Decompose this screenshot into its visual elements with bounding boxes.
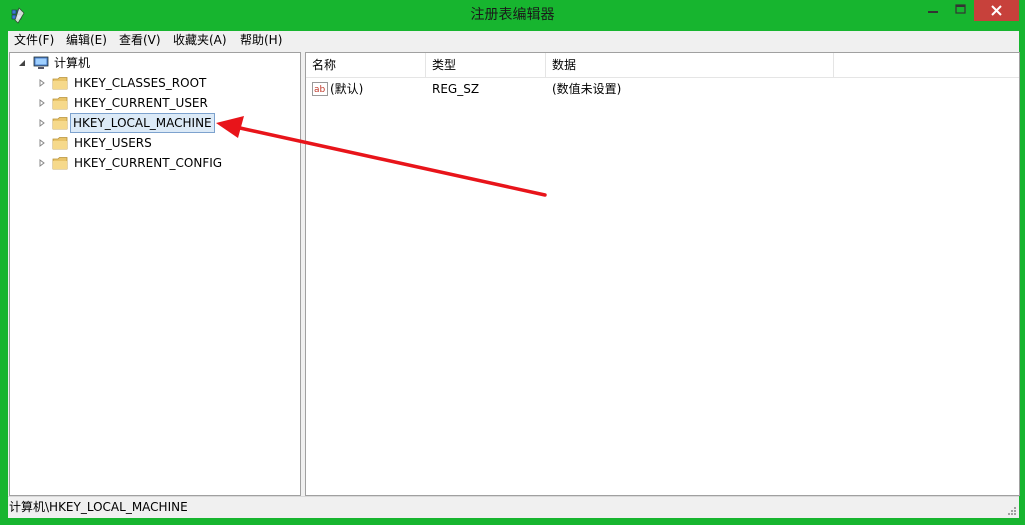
folder-icon [52,97,68,110]
svg-text:ab: ab [314,85,326,95]
collapse-arrow-icon[interactable] [18,59,26,67]
column-header-type[interactable]: 类型 [426,53,546,77]
menu-edit[interactable]: 编辑(E) [66,31,107,50]
key-tree-pane[interactable]: 计算机 HKEY_CLASSES_ROOT HKEY_CURRENT_USER [9,52,301,496]
folder-icon [52,77,68,90]
computer-icon [33,56,49,69]
value-type: REG_SZ [432,82,480,96]
tree-item-label: HKEY_USERS [74,136,152,150]
minimize-icon [928,11,938,13]
tree-item-hkey-local-machine[interactable]: HKEY_LOCAL_MACHINE [38,113,288,133]
minimize-button[interactable] [919,0,947,21]
string-value-icon: ab [312,82,328,96]
window-client: 文件(F) 编辑(E) 查看(V) 收藏夹(A) 帮助(H) 计算机 HKEY_… [8,31,1020,518]
tree-item-label-selected: HKEY_LOCAL_MACHINE [70,113,215,133]
tree-item-hkey-current-config[interactable]: HKEY_CURRENT_CONFIG [38,153,288,173]
menu-view[interactable]: 查看(V) [119,31,161,50]
value-data: (数值未设置) [552,82,622,96]
tree-item-label: HKEY_CLASSES_ROOT [74,76,207,90]
value-list-pane[interactable]: 名称 类型 数据 ab (默认) REG_SZ (数值未设置) [305,52,1020,496]
folder-icon [52,157,68,170]
menu-bar: 文件(F) 编辑(E) 查看(V) 收藏夹(A) 帮助(H) [8,31,1019,50]
maximize-icon [955,4,966,14]
resize-grip-icon[interactable] [1005,504,1017,516]
column-header-name[interactable]: 名称 [306,53,426,77]
tree-item-hkey-current-user[interactable]: HKEY_CURRENT_USER [38,93,288,113]
column-header-row: 名称 类型 数据 [306,53,1019,78]
tree-root-label: 计算机 [54,56,91,70]
maximize-button[interactable] [947,0,974,21]
menu-file[interactable]: 文件(F) [14,31,54,50]
expand-arrow-icon[interactable] [38,159,46,167]
tree-item-hkey-classes-root[interactable]: HKEY_CLASSES_ROOT [38,73,288,93]
close-icon [991,5,1002,16]
status-bar: 计算机\HKEY_LOCAL_MACHINE [8,496,1019,518]
status-path: 计算机\HKEY_LOCAL_MACHINE [9,500,188,514]
window-title: 注册表编辑器 [470,7,555,23]
title-bar[interactable]: 注册表编辑器 [0,0,1025,31]
expand-arrow-icon[interactable] [38,119,46,127]
tree-item-hkey-users[interactable]: HKEY_USERS [38,133,288,153]
column-header-data[interactable]: 数据 [546,53,834,77]
expand-arrow-icon[interactable] [38,79,46,87]
close-button[interactable] [974,0,1019,21]
tree-item-label: HKEY_CURRENT_CONFIG [74,156,223,170]
menu-help[interactable]: 帮助(H) [240,31,282,50]
tree-root[interactable]: 计算机 [18,53,218,73]
value-name: (默认) [330,82,364,96]
expand-arrow-icon[interactable] [38,139,46,147]
folder-icon [52,137,68,150]
expand-arrow-icon[interactable] [38,99,46,107]
folder-icon [52,117,68,130]
menu-favorites[interactable]: 收藏夹(A) [173,31,227,50]
tree-item-label: HKEY_CURRENT_USER [74,96,208,110]
